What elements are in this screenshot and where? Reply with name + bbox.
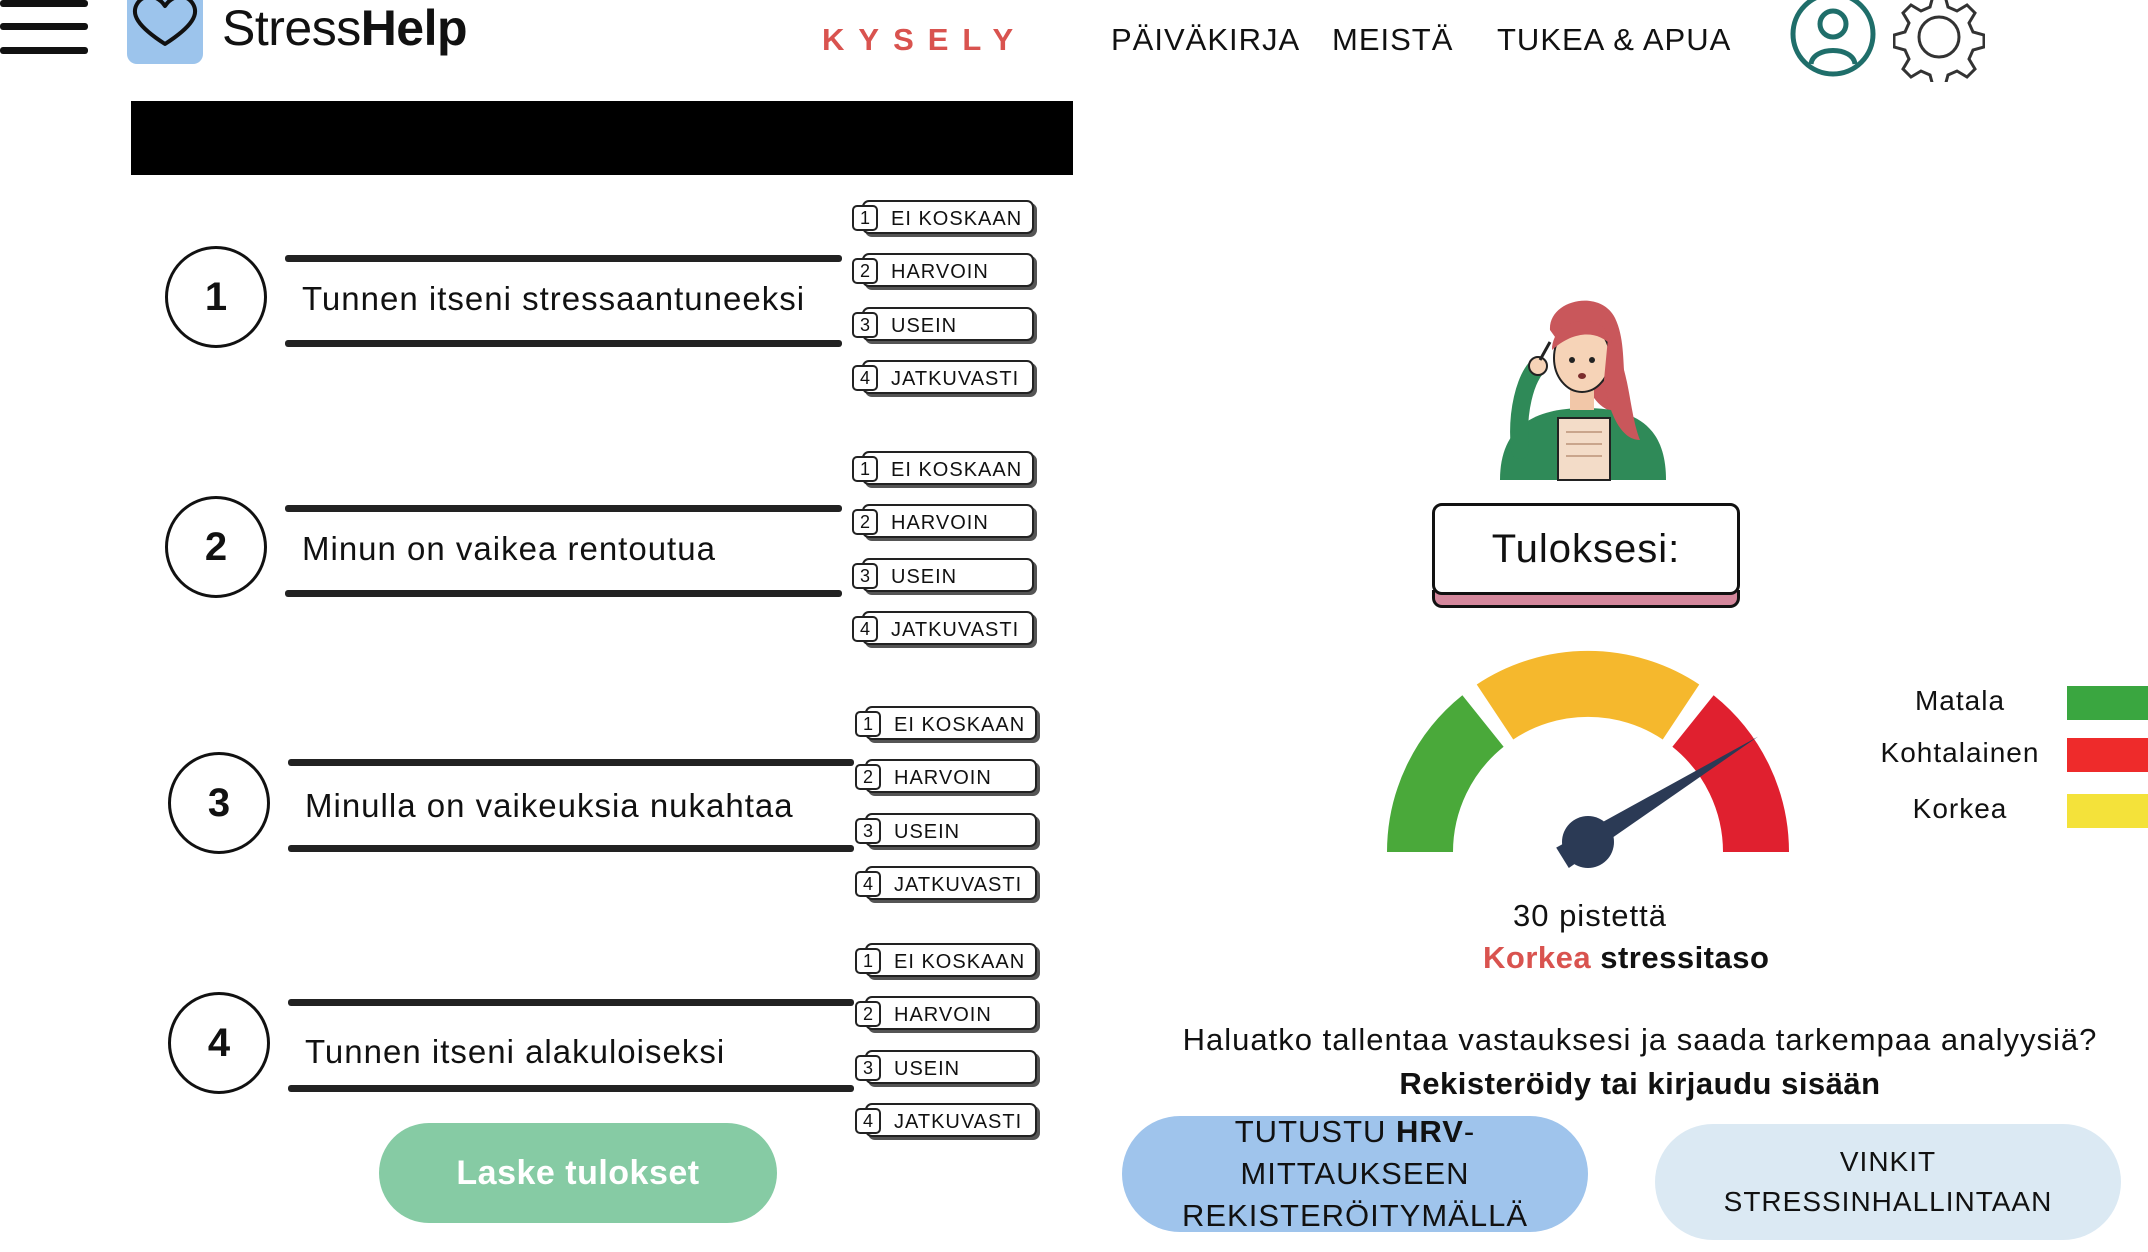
option-usein[interactable]: 3 USEIN <box>855 813 1037 851</box>
question-line-bottom <box>288 845 854 852</box>
gauge-segment-high <box>1671 695 1789 853</box>
question-text: Tunnen itseni alakuloiseksi <box>305 1033 726 1070</box>
nav-kysely[interactable]: KYSELY <box>822 20 1027 60</box>
question-line-top <box>285 255 842 262</box>
option-jatkuvasti[interactable]: 4 JATKUVASTI <box>852 360 1034 398</box>
stress-level: Korkea stressitaso <box>1483 940 1883 976</box>
option-harvoin[interactable]: 2 HARVOIN <box>852 504 1034 542</box>
option-ei-koskaan[interactable]: 1 EI KOSKAAN <box>852 200 1034 238</box>
question-line-bottom <box>285 590 842 597</box>
register-or-login-link[interactable]: Rekisteröidy tai kirjaudu sisään <box>1150 1066 2130 1102</box>
user-icon[interactable] <box>1789 0 1877 80</box>
gauge-segment-medium <box>1476 650 1700 740</box>
nav-meista[interactable]: MEISTÄ <box>1332 20 1453 60</box>
question-line-bottom <box>288 1085 854 1092</box>
question-line-top <box>285 505 842 512</box>
question-text: Minun on vaikea rentoutua <box>302 530 716 567</box>
redacted-bar <box>131 101 1073 175</box>
question-2: 2 Minun on vaikea rentoutua <box>165 496 865 606</box>
hrv-measurement-button[interactable]: TUTUSTU HRV-MITTAUKSEEN REKISTERÖITYMÄLL… <box>1122 1114 1588 1233</box>
option-jatkuvasti[interactable]: 4 JATKUVASTI <box>855 1103 1037 1141</box>
menu-icon[interactable] <box>0 0 88 56</box>
legend-swatch-low <box>2067 686 2148 720</box>
stress-gauge <box>1387 650 1789 869</box>
question-number: 3 <box>168 752 270 854</box>
save-answers-question: Haluatko tallentaa vastauksesi ja saada … <box>1182 1022 2098 1057</box>
woman-thinking-illustration <box>1500 300 1666 481</box>
tips-button-line1: VINKIT <box>1839 1146 1937 1177</box>
question-4: 4 Tunnen itseni alakuloiseksi <box>168 992 868 1102</box>
option-harvoin[interactable]: 2 HARVOIN <box>855 759 1037 797</box>
tips-button-line2: STRESSINHALLINTAAN <box>1723 1186 2053 1217</box>
option-jatkuvasti[interactable]: 4 JATKUVASTI <box>852 611 1034 649</box>
gauge-segment-low <box>1387 695 1505 853</box>
question-number: 4 <box>168 992 270 1094</box>
answer-options-2: 1 EI KOSKAAN 2 HARVOIN 3 USEIN 4 JATKUVASTI <box>852 451 1042 661</box>
answer-options-1: 1 EI KOSKAAN 2 HARVOIN 3 USEIN 4 JATKUVASTI <box>852 200 1042 410</box>
question-text: Minulla on vaikeuksia nukahtaa <box>305 787 794 824</box>
legend-label-low: Matala <box>1914 685 2006 716</box>
legend-label-medium: Kohtalainen <box>1880 737 2040 768</box>
option-ei-koskaan[interactable]: 1 EI KOSKAAN <box>855 943 1037 981</box>
legend-swatch-high <box>2067 794 2148 828</box>
question-number: 1 <box>165 246 267 348</box>
legend-label-high: Korkea <box>1912 793 2008 824</box>
answer-options-4: 1 EI KOSKAAN 2 HARVOIN 3 USEIN 4 JATKUVASTI <box>855 943 1045 1153</box>
legend: Matala Kohtalainen Korkea <box>1860 684 2148 834</box>
question-1: 1 Tunnen itseni stressaantuneeksi <box>165 246 865 356</box>
nav-paivakirja[interactable]: PÄIVÄKIRJA <box>1111 20 1300 60</box>
heart-icon <box>132 0 198 46</box>
brand-name: StressHelp <box>222 0 468 56</box>
option-ei-koskaan[interactable]: 1 EI KOSKAAN <box>855 706 1037 744</box>
stress-level-word: Korkea <box>1483 940 1592 975</box>
option-ei-koskaan[interactable]: 1 EI KOSKAAN <box>852 451 1034 489</box>
nav-tukea-apua[interactable]: TUKEA & APUA <box>1497 20 1731 60</box>
answer-options-3: 1 EI KOSKAAN 2 HARVOIN 3 USEIN 4 JATKUVASTI <box>855 706 1045 916</box>
question-line-top <box>288 999 854 1006</box>
gear-icon[interactable] <box>1893 0 1985 82</box>
option-usein[interactable]: 3 USEIN <box>852 307 1034 345</box>
option-harvoin[interactable]: 2 HARVOIN <box>852 253 1034 291</box>
question-line-top <box>288 759 854 766</box>
logo <box>127 0 203 64</box>
stress-tips-button[interactable]: VINKIT STRESSINHALLINTAAN <box>1655 1124 2121 1240</box>
hrv-button-line2: REKISTERÖITYMÄLLÄ <box>1181 1198 1529 1233</box>
stress-level-suffix: stressitaso <box>1591 940 1770 975</box>
result-points: 30 pistettä <box>1512 898 1668 933</box>
hrv-button-line1: TUTUSTU HRV-MITTAUKSEEN <box>1234 1114 1476 1191</box>
question-line-bottom <box>285 340 842 347</box>
question-text: Tunnen itseni stressaantuneeksi <box>302 280 806 317</box>
option-usein[interactable]: 3 USEIN <box>852 558 1034 596</box>
question-3: 3 Minulla on vaikeuksia nukahtaa <box>168 752 868 862</box>
option-harvoin[interactable]: 2 HARVOIN <box>855 996 1037 1034</box>
calculate-results-button[interactable]: Laske tulokset <box>379 1123 777 1223</box>
option-jatkuvasti[interactable]: 4 JATKUVASTI <box>855 866 1037 904</box>
option-usein[interactable]: 3 USEIN <box>855 1050 1037 1088</box>
legend-swatch-medium <box>2067 738 2148 772</box>
result-title: Tuloksesi: <box>1432 503 1740 595</box>
question-number: 2 <box>165 496 267 598</box>
